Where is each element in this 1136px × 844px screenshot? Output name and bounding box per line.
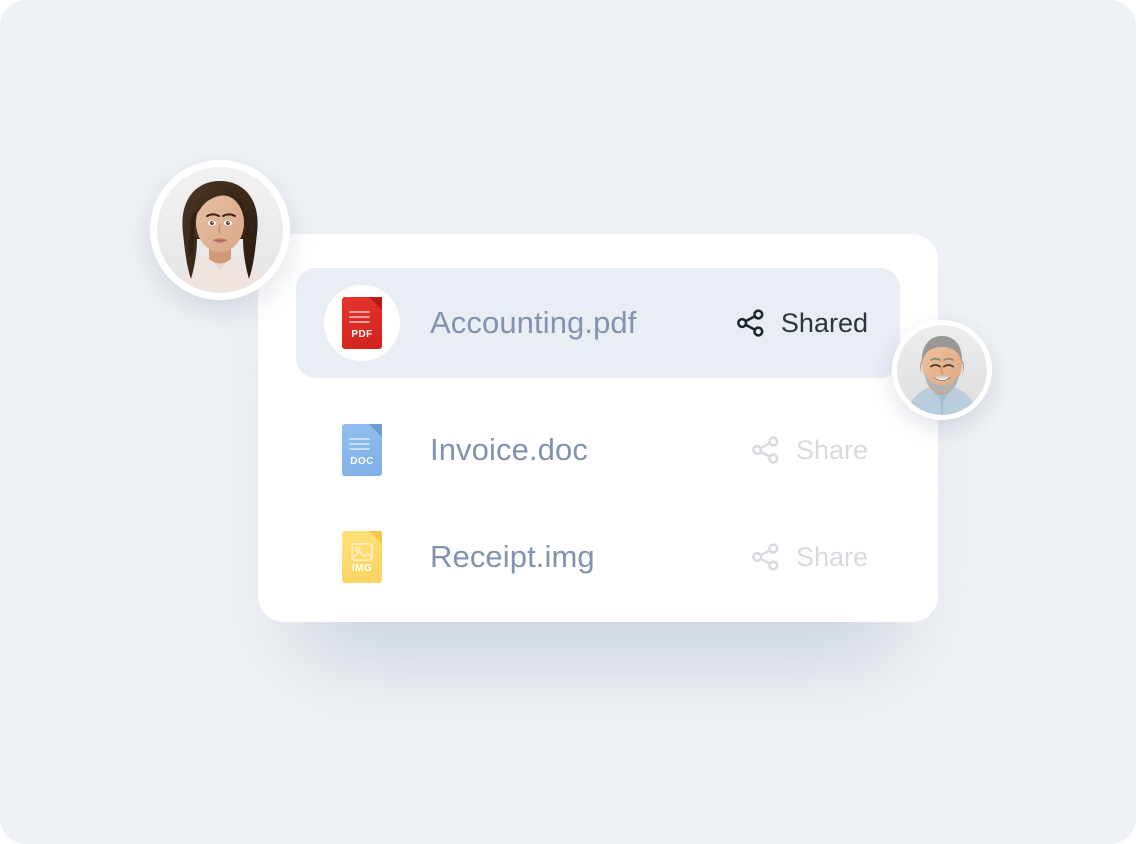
share-label-invoice: Share	[795, 434, 868, 465]
file-row-receipt[interactable]: IMG Receipt.img Share	[296, 502, 900, 612]
avatar-woman[interactable]	[150, 160, 290, 300]
share-control-invoice[interactable]: Share	[750, 434, 868, 466]
pdf-file-icon: PDF	[342, 297, 382, 349]
file-name-invoice: Invoice.doc	[430, 432, 588, 467]
share-icon	[736, 309, 764, 337]
avatar-photo-man	[897, 325, 987, 415]
file-row-invoice[interactable]: DOC Invoice.doc Share	[296, 395, 900, 505]
share-label-receipt: Share	[795, 541, 868, 572]
page-canvas: PDF Accounting.pdf Shared DOC Invoice.do…	[0, 0, 1136, 844]
doc-icon-label: DOC	[350, 456, 374, 467]
avatar-photo-woman	[157, 167, 283, 293]
share-icon	[752, 543, 779, 571]
pdf-icon-label: PDF	[351, 329, 373, 340]
share-icon	[752, 436, 779, 464]
file-list-card: PDF Accounting.pdf Shared DOC Invoice.do…	[258, 234, 938, 622]
file-icon-well: DOC	[324, 412, 400, 488]
file-name-accounting: Accounting.pdf	[430, 305, 637, 340]
file-icon-well: IMG	[324, 519, 400, 595]
woman-portrait-illustration	[157, 167, 283, 293]
img-icon-label: IMG	[351, 563, 373, 574]
file-icon-well: PDF	[324, 285, 400, 361]
file-row-accounting[interactable]: PDF Accounting.pdf Shared	[296, 268, 900, 378]
picture-glyph-icon	[351, 543, 373, 561]
doc-file-icon: DOC	[342, 424, 382, 476]
avatar-man[interactable]	[892, 320, 992, 420]
file-name-receipt: Receipt.img	[430, 539, 595, 574]
man-portrait-illustration	[897, 325, 987, 415]
share-label-accounting: Shared	[780, 307, 868, 338]
share-control-accounting[interactable]: Shared	[735, 307, 868, 339]
share-control-receipt[interactable]: Share	[750, 541, 868, 573]
img-file-icon: IMG	[342, 531, 382, 583]
